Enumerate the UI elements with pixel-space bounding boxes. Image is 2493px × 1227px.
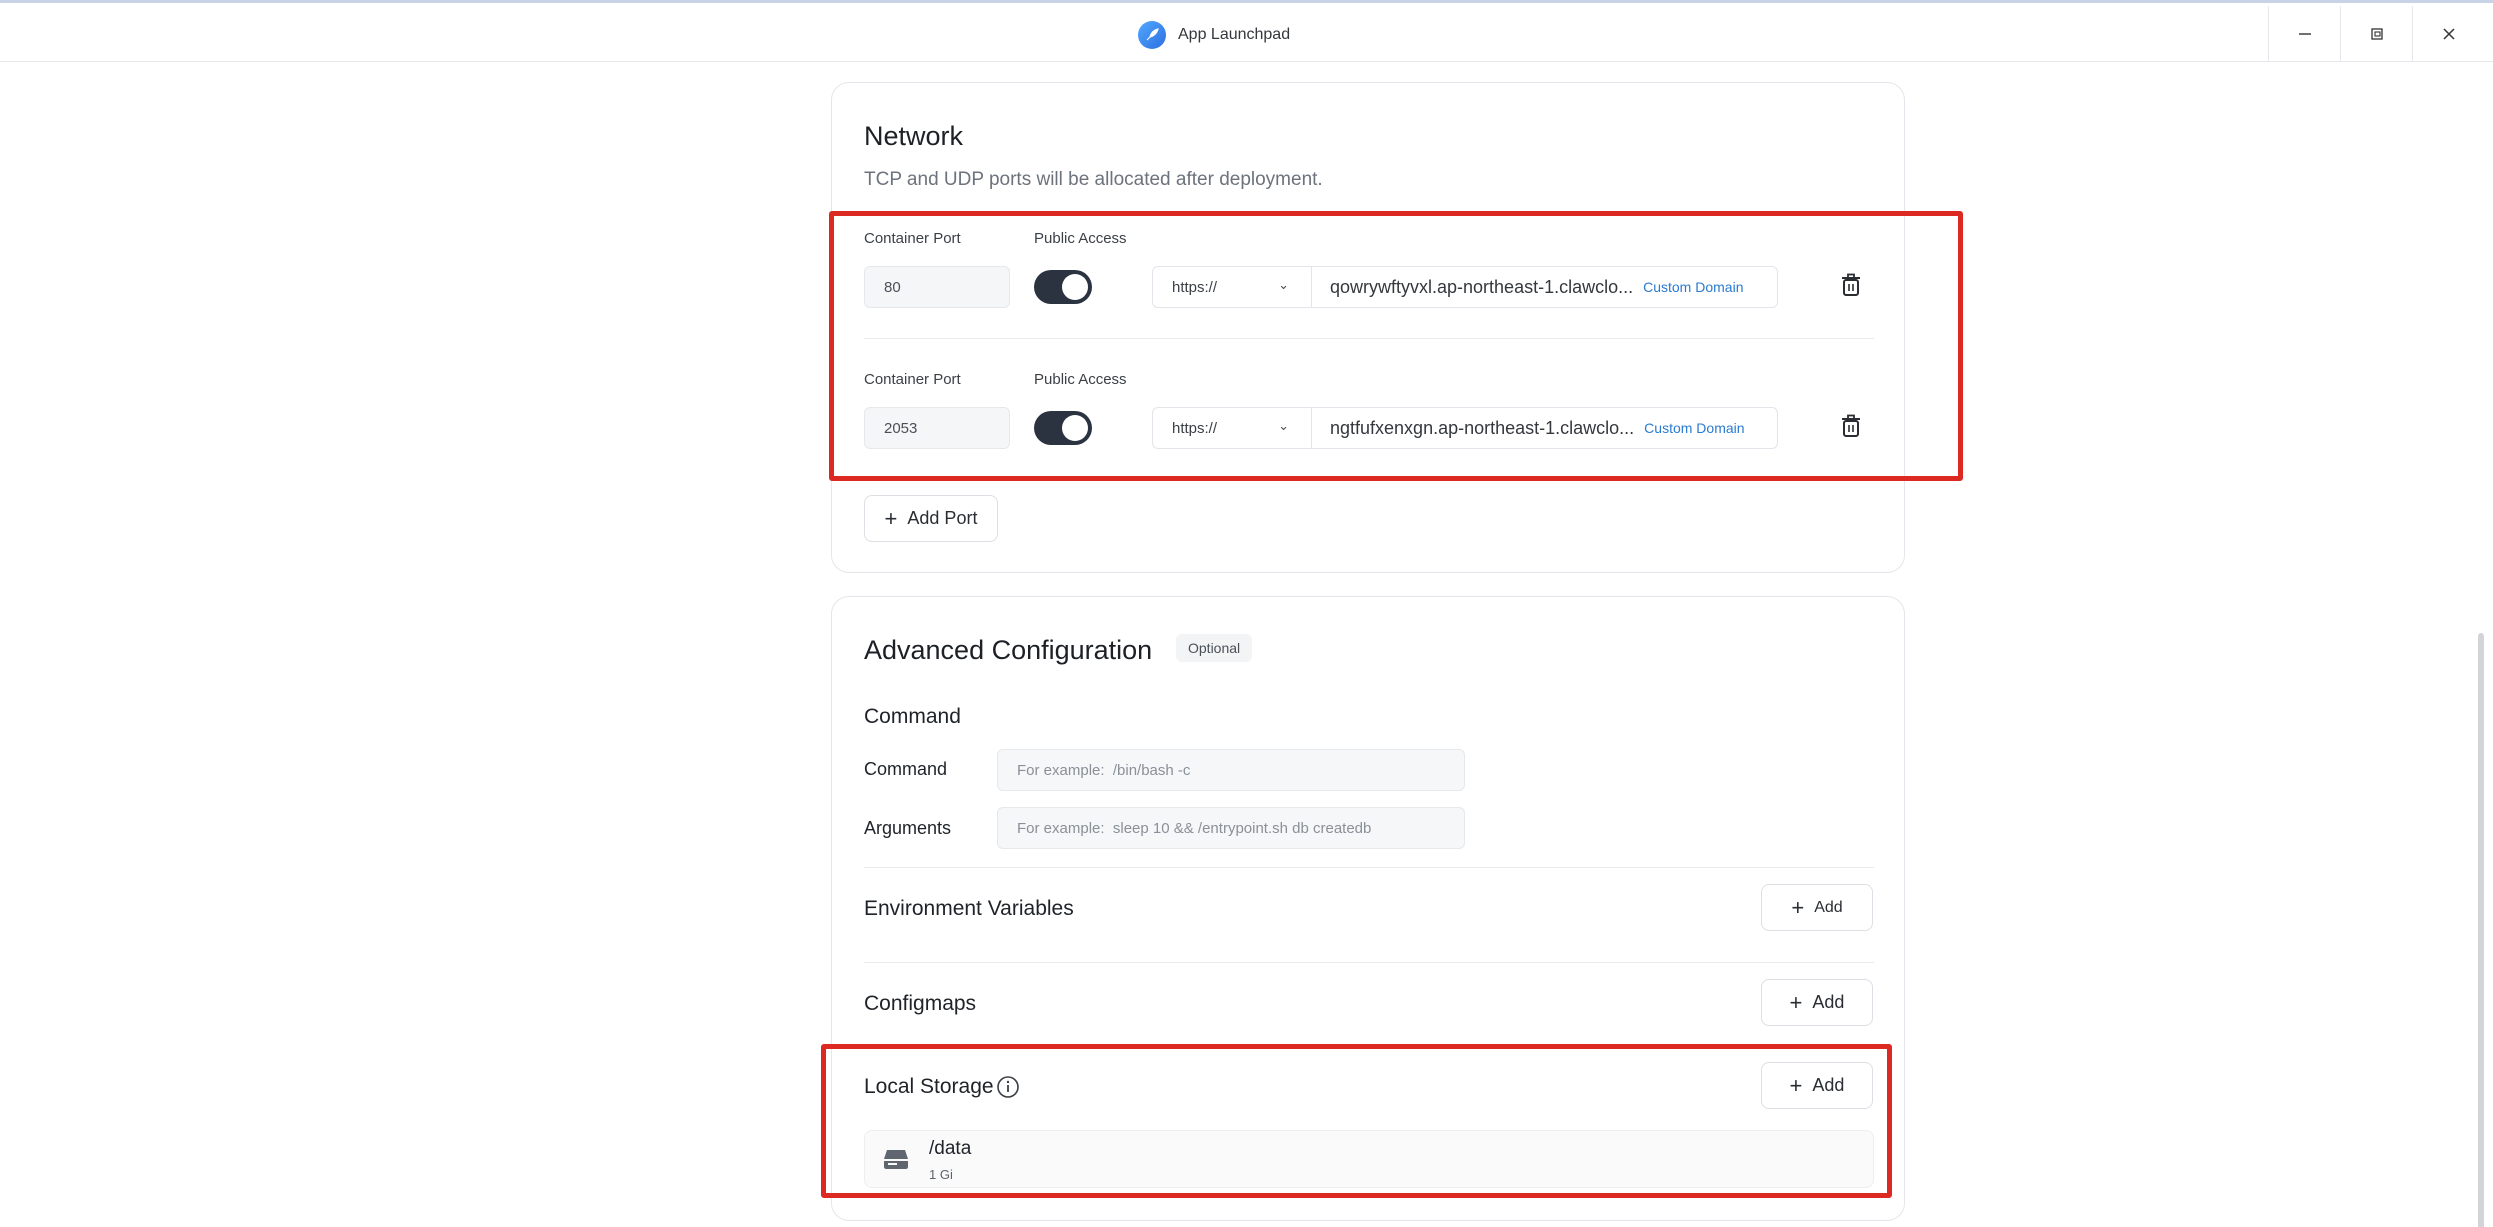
add-storage-button[interactable]: + Add	[1761, 1062, 1873, 1109]
add-env-button[interactable]: + Add	[1761, 884, 1873, 931]
domain-host: ngtfufxenxgn.ap-northeast-1.clawclo...	[1330, 417, 1635, 438]
arguments-label: Arguments	[864, 818, 952, 838]
public-access-label: Public Access	[1034, 371, 1127, 388]
storage-item[interactable]: /data 1 Gi	[864, 1130, 1874, 1188]
configmaps-title: Configmaps	[864, 992, 977, 1015]
plus-icon: +	[1789, 989, 1803, 1015]
add-port-label: Add Port	[907, 508, 978, 528]
command-label: Command	[864, 759, 948, 779]
divider	[864, 962, 1874, 963]
custom-domain-link[interactable]: Custom Domain	[1644, 420, 1744, 436]
container-port-input[interactable]: 80	[864, 266, 1010, 308]
protocol-select[interactable]: https:// ⌄	[1152, 266, 1312, 308]
rocket-icon	[1138, 21, 1166, 49]
command-section-title: Command	[864, 705, 961, 728]
public-access-toggle[interactable]	[1034, 411, 1092, 445]
hard-drive-icon	[884, 1150, 908, 1169]
protocol-select[interactable]: https:// ⌄	[1152, 407, 1312, 449]
trash-icon[interactable]	[1840, 414, 1862, 438]
advanced-config-card: Advanced Configuration Optional Command …	[831, 596, 1905, 1221]
network-card: Network TCP and UDP ports will be alloca…	[831, 82, 1905, 573]
window-title-group: App Launchpad	[1138, 20, 1290, 50]
divider	[864, 338, 1874, 339]
optional-badge: Optional	[1176, 634, 1253, 662]
env-vars-title: Environment Variables	[864, 897, 1074, 920]
info-icon[interactable]	[996, 1075, 1020, 1099]
domain-field: qowrywftyvxl.ap-northeast-1.clawclo... C…	[1312, 266, 1778, 308]
minimize-button[interactable]	[2268, 6, 2340, 62]
divider	[864, 867, 1874, 868]
minimize-icon	[2298, 33, 2311, 35]
scrollbar-thumb[interactable]	[2478, 633, 2484, 1227]
add-label: Add	[1814, 898, 1843, 916]
storage-path: /data	[929, 1138, 972, 1159]
close-icon	[2442, 28, 2455, 40]
public-access-label: Public Access	[1034, 230, 1127, 247]
domain-field: ngtfufxenxgn.ap-northeast-1.clawclo... C…	[1312, 407, 1778, 449]
protocol-value: https://	[1172, 419, 1218, 437]
add-port-button[interactable]: + Add Port	[864, 495, 998, 542]
command-input[interactable]	[997, 749, 1465, 791]
title-bar: App Launchpad	[0, 6, 2493, 62]
arguments-input[interactable]	[997, 807, 1465, 849]
trash-icon[interactable]	[1840, 273, 1862, 297]
window-title: App Launchpad	[1178, 26, 1291, 43]
storage-size: 1 Gi	[929, 1167, 953, 1182]
container-port-input[interactable]: 2053	[864, 407, 1010, 449]
advanced-config-title: Advanced Configuration	[864, 635, 1153, 665]
plus-icon: +	[1791, 894, 1805, 920]
custom-domain-link[interactable]: Custom Domain	[1643, 279, 1743, 295]
plus-icon: +	[884, 505, 898, 531]
add-configmap-button[interactable]: + Add	[1761, 979, 1873, 1026]
restore-icon	[2370, 28, 2383, 40]
public-access-toggle[interactable]	[1034, 270, 1092, 304]
domain-host: qowrywftyvxl.ap-northeast-1.clawclo...	[1330, 276, 1634, 297]
chevron-down-icon: ⌄	[1278, 277, 1289, 292]
add-label: Add	[1812, 1075, 1845, 1095]
container-port-label: Container Port	[864, 230, 961, 247]
protocol-value: https://	[1172, 278, 1218, 296]
app-window: App Launchpad Network TCP and UDP ports …	[0, 0, 2493, 1227]
add-label: Add	[1812, 992, 1845, 1012]
plus-icon: +	[1789, 1072, 1803, 1098]
container-port-label: Container Port	[864, 371, 961, 388]
network-title: Network	[864, 121, 964, 151]
network-description: TCP and UDP ports will be allocated afte…	[864, 169, 1323, 190]
local-storage-title: Local Storage	[864, 1075, 994, 1098]
chevron-down-icon: ⌄	[1278, 418, 1289, 433]
close-button[interactable]	[2412, 6, 2484, 62]
restore-button[interactable]	[2340, 6, 2412, 62]
